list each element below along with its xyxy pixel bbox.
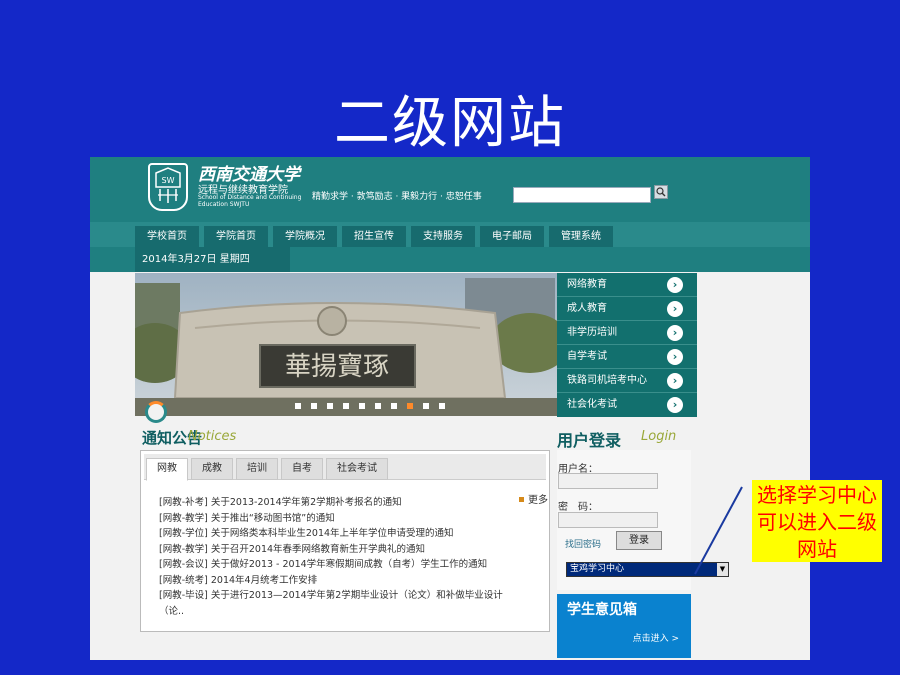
- callout-pointer: [694, 486, 743, 575]
- callout-note: 选择学习中心可以进入二级网站: [752, 480, 882, 562]
